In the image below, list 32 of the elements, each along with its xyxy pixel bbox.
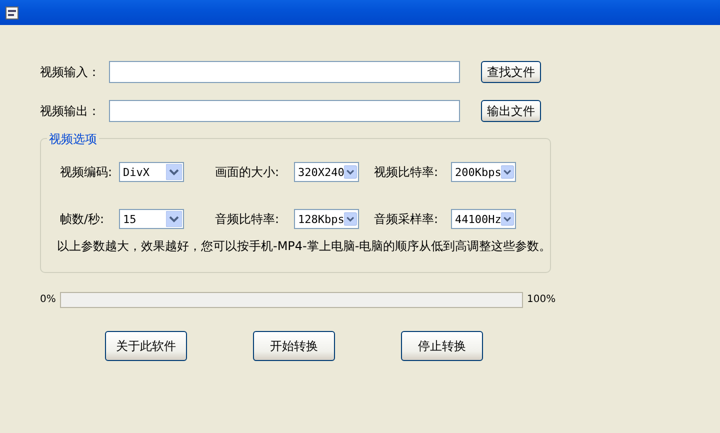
option-label: 音频比特率: [215,210,280,228]
combo-box[interactable]: 44100Hz [451,209,516,229]
action-button[interactable]: 关于此软件 [105,331,187,361]
combo-box[interactable]: DivX [119,162,184,182]
input-field[interactable] [109,100,460,122]
app-icon [5,6,19,20]
dropdown-arrow-icon [501,211,514,227]
option-label: 画面的大小: [215,164,280,180]
option-label: 帧数/秒: [60,210,106,228]
combo-box[interactable]: 15 [119,209,184,229]
action-button[interactable]: 停止转换 [401,331,483,361]
input-field[interactable] [109,61,460,83]
file-button[interactable]: 输出文件 [481,100,541,122]
option-label: 视频比特率: [374,164,440,180]
progress-min-label: 0% [40,293,57,307]
option-label: 视频编码: [60,164,114,180]
dropdown-arrow-icon [166,164,182,180]
hint-text: 以上参数越大，效果越好，您可以按手机-MP4-掌上电脑-电脑的顺序从低到高调整这些参数。 [57,238,550,255]
field-label: 视频输出： [40,102,101,120]
combo-box[interactable]: 200Kbps [451,162,516,182]
progress-max-label: 100% [527,293,556,307]
field-label: 视频输入： [40,64,101,80]
group-title: 视频选项 [47,131,99,148]
action-button[interactable]: 开始转换 [253,331,335,361]
option-label: 音频采样率: [374,210,440,228]
dropdown-arrow-icon [344,164,357,180]
dropdown-arrow-icon [501,164,514,180]
combo-box[interactable]: 320X240 [294,162,359,182]
dropdown-arrow-icon [344,211,357,227]
combo-box[interactable]: 128Kbps [294,209,359,229]
file-button[interactable]: 查找文件 [481,61,541,83]
dropdown-arrow-icon [166,211,182,227]
